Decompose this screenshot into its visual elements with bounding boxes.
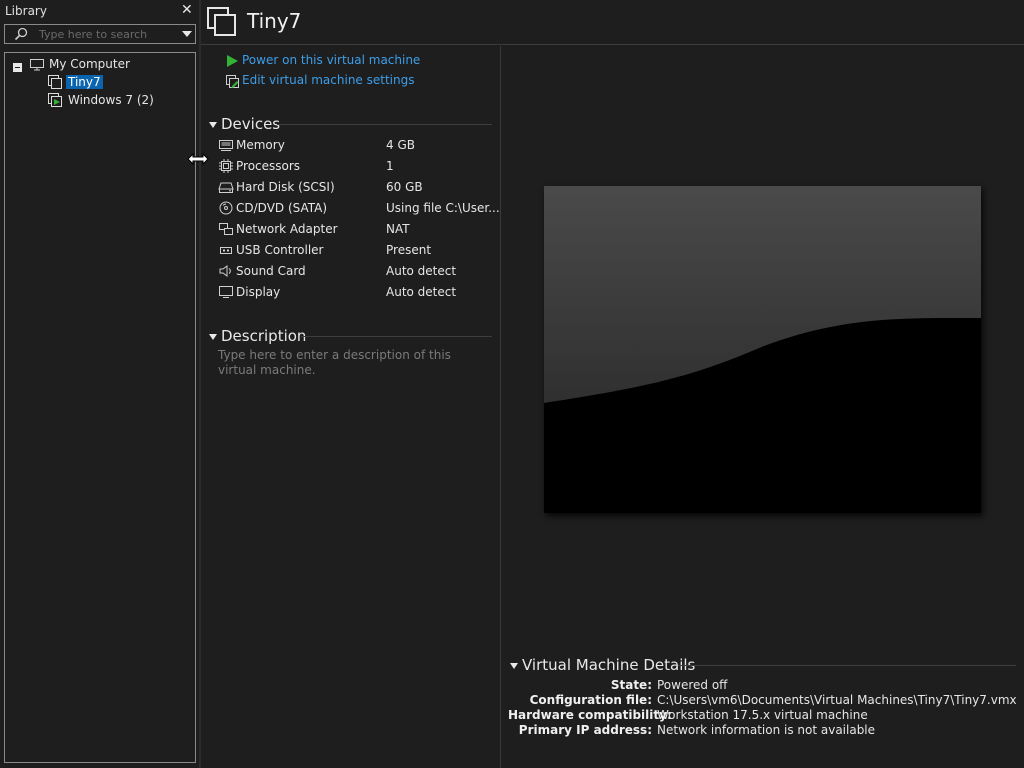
detail-row-state: State: Powered off: [508, 678, 1018, 693]
library-search-box[interactable]: [4, 24, 196, 44]
memory-icon: [218, 138, 234, 155]
detail-value: Workstation 17.5.x virtual machine: [657, 708, 868, 722]
device-value: 1: [386, 159, 394, 173]
tree-label-tiny7: Tiny7: [66, 75, 103, 89]
edit-settings-label: Edit virtual machine settings: [242, 73, 415, 87]
edit-settings-icon: [225, 74, 240, 92]
device-value: Auto detect: [386, 285, 457, 299]
device-row-network-adapter[interactable]: Network Adapter NAT: [218, 221, 493, 239]
vm-title-icon: [207, 7, 237, 40]
play-icon: [225, 54, 239, 71]
network-adapter-icon: [218, 222, 234, 239]
device-row-cd-dvd[interactable]: CD/DVD (SATA) Using file C:\User...: [218, 200, 500, 218]
vm-details-heading: Virtual Machine Details: [522, 656, 696, 674]
section-divider: [277, 124, 492, 125]
computer-icon: [29, 58, 45, 74]
tree-item-windows7[interactable]: Windows 7 (2): [5, 92, 195, 109]
description-section-header[interactable]: Description: [207, 327, 307, 347]
tree-label-windows7: Windows 7 (2): [68, 93, 154, 107]
device-name: Display: [236, 285, 281, 299]
tree-item-my-computer[interactable]: My Computer: [5, 56, 195, 73]
library-header: Library ✕: [0, 0, 198, 22]
device-value: 60 GB: [386, 180, 423, 194]
vm-details-section-header[interactable]: Virtual Machine Details: [508, 656, 695, 676]
sound-card-icon: [218, 264, 234, 281]
display-icon: [218, 285, 234, 302]
device-name: CD/DVD (SATA): [236, 201, 328, 215]
detail-label: Primary IP address:: [518, 723, 652, 737]
tree-label-my-computer: My Computer: [49, 57, 130, 71]
description-heading: Description: [221, 327, 307, 345]
resize-cursor-icon: [187, 152, 209, 169]
processor-icon: [218, 159, 234, 176]
device-value: Auto detect: [386, 264, 457, 278]
device-row-sound-card[interactable]: Sound Card Auto detect: [218, 263, 493, 281]
devices-section-header[interactable]: Devices: [207, 115, 287, 135]
section-divider: [678, 665, 1016, 666]
detail-value: C:\Users\vm6\Documents\Virtual Machines\…: [657, 693, 1017, 707]
detail-row-hardware-compatibility: Hardware compatibility: Workstation 17.5…: [508, 708, 1018, 723]
detail-label: Hardware compatibility:: [508, 708, 672, 722]
device-row-display[interactable]: Display Auto detect: [218, 284, 493, 302]
detail-row-primary-ip: Primary IP address: Network information …: [508, 723, 1018, 738]
collapse-triangle-icon[interactable]: [209, 122, 217, 128]
device-name: Memory: [236, 138, 285, 152]
detail-value: Network information is not available: [657, 723, 876, 737]
device-row-usb-controller[interactable]: USB Controller Present: [218, 242, 493, 260]
device-name: Hard Disk (SCSI): [236, 180, 335, 194]
power-on-link[interactable]: Power on this virtual machine: [225, 53, 420, 71]
device-row-hard-disk[interactable]: Hard Disk (SCSI) 60 GB: [218, 179, 493, 197]
device-value: Present: [386, 243, 432, 257]
cd-dvd-icon: [218, 201, 234, 218]
tree-item-tiny7[interactable]: Tiny7: [5, 74, 195, 91]
vm-running-icon: [48, 93, 63, 111]
power-on-label: Power on this virtual machine: [242, 53, 421, 67]
device-name: Sound Card: [236, 264, 306, 278]
device-name: USB Controller: [236, 243, 324, 257]
device-row-processors[interactable]: Processors 1: [218, 158, 493, 176]
library-tree[interactable]: My Computer Tiny7 Windows 7 (2): [4, 52, 196, 763]
vm-summary-panel: Power on this virtual machine Edit virtu…: [201, 46, 501, 768]
library-title: Library: [5, 4, 47, 18]
device-value: 4 GB: [386, 138, 415, 152]
description-placeholder[interactable]: Type here to enter a description of this…: [218, 348, 488, 378]
search-icon: [14, 27, 28, 44]
detail-row-config-file: Configuration file: C:\Users\vm6\Documen…: [508, 693, 1018, 708]
device-value: Using file C:\User...: [386, 201, 500, 215]
detail-label: State:: [610, 678, 652, 692]
devices-heading: Devices: [221, 115, 281, 133]
collapse-icon[interactable]: [13, 63, 22, 72]
collapse-triangle-icon[interactable]: [209, 334, 217, 340]
device-name: Network Adapter: [236, 222, 338, 236]
search-input[interactable]: [39, 26, 175, 42]
library-close-icon[interactable]: ✕: [181, 2, 193, 18]
edit-settings-link[interactable]: Edit virtual machine settings: [225, 73, 415, 89]
vm-icon: [48, 75, 63, 93]
detail-label: Configuration file:: [529, 693, 652, 707]
search-dropdown-icon[interactable]: [182, 31, 192, 37]
detail-value: Powered off: [657, 678, 728, 692]
section-divider: [301, 336, 492, 337]
device-value: NAT: [386, 222, 410, 236]
device-name: Processors: [236, 159, 301, 173]
usb-controller-icon: [218, 243, 234, 260]
device-row-memory[interactable]: Memory 4 GB: [218, 137, 493, 155]
hard-disk-icon: [218, 180, 234, 197]
vm-title: Tiny7: [247, 9, 302, 33]
library-panel: Library ✕ My Computer Tiny7 Windows 7: [0, 0, 198, 768]
collapse-triangle-icon[interactable]: [510, 663, 518, 669]
vm-header: Tiny7: [201, 0, 1024, 45]
vm-preview-thumbnail: [544, 186, 981, 513]
